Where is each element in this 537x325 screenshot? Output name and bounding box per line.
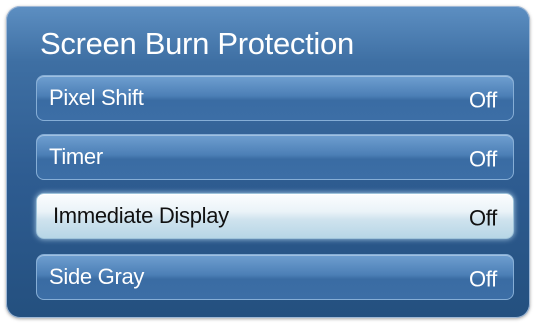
menu-item-timer[interactable]: Timer Off: [36, 134, 514, 180]
menu-item-immediate-display[interactable]: Immediate Display Off: [36, 193, 514, 239]
menu-item-label: Timer: [49, 144, 103, 169]
menu-item-value: Off: [468, 266, 497, 292]
menu-item-label: Side Gray: [49, 264, 145, 289]
menu-item-pixel-shift[interactable]: Pixel Shift Off: [36, 75, 514, 121]
menu-item-side-gray[interactable]: Side Gray Off: [36, 254, 514, 300]
menu-item-label: Immediate Display: [53, 203, 229, 228]
screen-burn-protection-panel: Screen Burn Protection Pixel Shift Off T…: [6, 6, 530, 318]
menu-item-value: Off: [468, 146, 497, 172]
menu-item-value: Off: [468, 205, 497, 231]
menu-item-value: Off: [468, 87, 497, 113]
menu-item-label: Pixel Shift: [49, 85, 144, 110]
panel-title: Screen Burn Protection: [40, 26, 354, 61]
